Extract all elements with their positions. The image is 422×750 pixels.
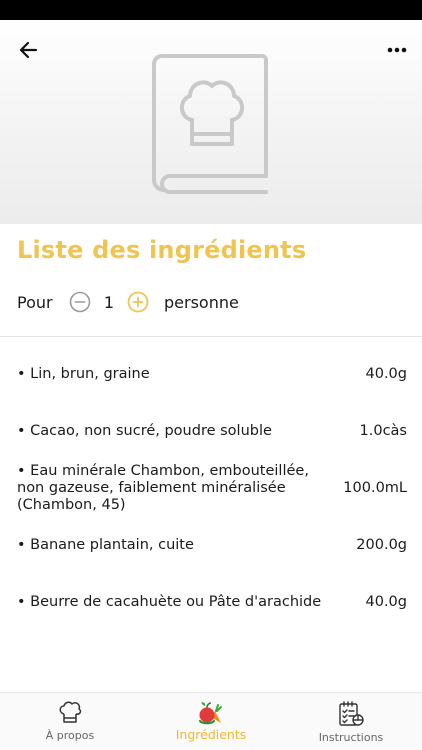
chef-hat-icon (59, 701, 82, 723)
ingredient-quantity: 40.0g (365, 594, 408, 610)
ingredient-row: • Banane plantain, cuite 200.0g (17, 537, 407, 554)
ingredient-name: • Cacao, non sucré, poudre soluble (17, 423, 272, 439)
ingredient-row: • Eau minérale Chambon, embouteillée, no… (17, 463, 407, 514)
servings-prefix: Pour (17, 292, 53, 312)
ingredient-quantity: 40.0g (365, 366, 408, 382)
ingredient-row: • Lin, brun, graine 40.0g (17, 366, 407, 383)
decrease-servings-button[interactable] (69, 291, 91, 313)
ingredient-row: • Beurre de cacahuète ou Pâte d'arachide… (17, 594, 407, 611)
increase-servings-button[interactable] (127, 291, 149, 313)
recipe-hero (0, 20, 422, 224)
tab-label: Instructions (318, 731, 384, 744)
ingredient-quantity: 1.0càs (359, 423, 407, 439)
ingredient-name: • Beurre de cacahuète ou Pâte d'arachide (17, 594, 322, 610)
ingredient-row: • Cacao, non sucré, poudre soluble 1.0cà… (17, 423, 407, 440)
servings-count: 1 (103, 292, 115, 312)
tab-instructions[interactable]: Instructions (302, 693, 400, 750)
ingredient-quantity: 100.0mL (343, 480, 407, 496)
back-button[interactable] (14, 38, 44, 62)
tab-a-propos[interactable]: À propos (22, 693, 118, 750)
ingredient-name: • Banane plantain, cuite (17, 537, 194, 553)
ingredient-quantity: 200.0g (356, 537, 407, 553)
divider (0, 336, 422, 337)
arrow-left-icon (19, 41, 38, 59)
checklist-icon (339, 701, 364, 726)
tab-label: Ingrédients (175, 727, 247, 742)
more-dots-icon (387, 47, 407, 53)
tab-label: À propos (45, 729, 95, 742)
servings-suffix: personne (164, 292, 239, 312)
ingredient-name: • Eau minérale Chambon, embouteillée, no… (17, 463, 309, 513)
section-title: Liste des ingrédients (17, 236, 307, 264)
more-options-button[interactable] (384, 38, 410, 62)
plus-circle-icon (127, 291, 149, 313)
vegetables-icon (198, 702, 222, 725)
bottom-tab-bar: À propos Ingrédients Instructions (0, 692, 422, 750)
servings-selector: Pour 1 personne (17, 288, 239, 316)
tab-ingredients[interactable]: Ingrédients (162, 693, 260, 750)
ingredient-name: • Lin, brun, graine (17, 366, 150, 382)
cookbook-chef-hat-icon (152, 54, 268, 194)
status-bar (0, 0, 422, 20)
minus-circle-icon (69, 291, 91, 313)
